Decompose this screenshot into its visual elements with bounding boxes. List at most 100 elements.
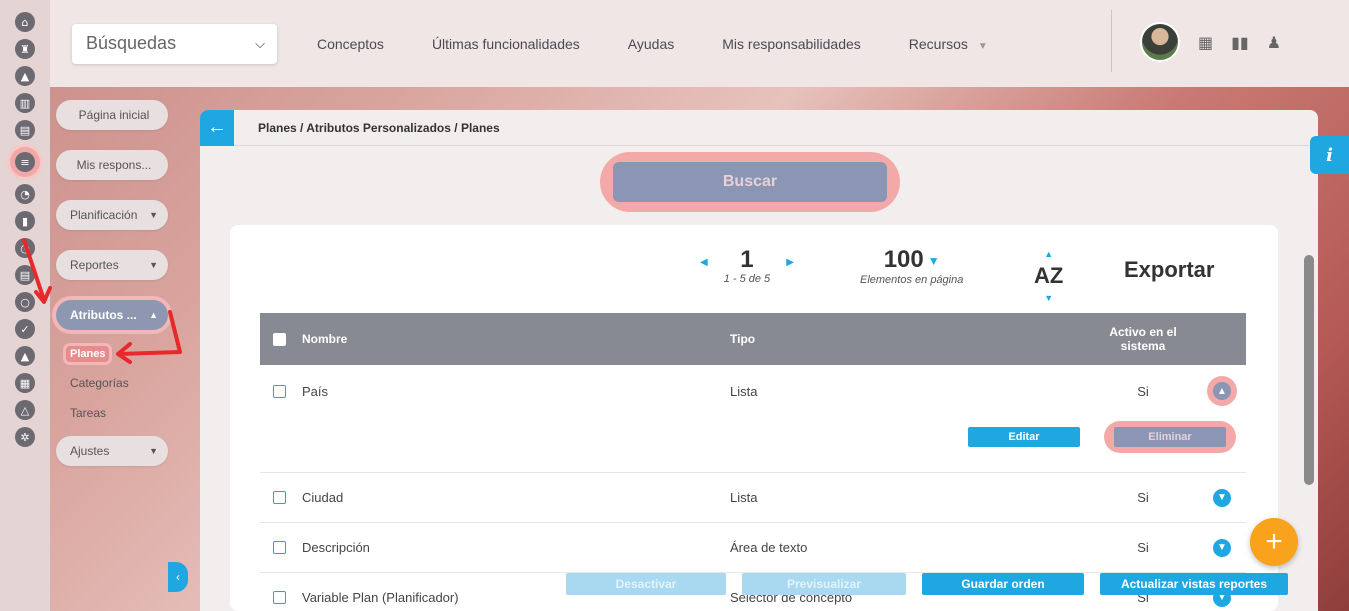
- pie-icon[interactable]: ◔: [15, 184, 35, 204]
- row-type: Área de texto: [730, 540, 808, 555]
- export-button[interactable]: Exportar: [1124, 257, 1214, 283]
- submenu-ajustes-label: Ajustes: [70, 444, 110, 458]
- divider: [1111, 10, 1112, 72]
- chart-icon[interactable]: ▥: [15, 93, 35, 113]
- caret-down-icon: ▼: [977, 40, 988, 52]
- preview-button[interactable]: Previsualizar: [742, 573, 906, 595]
- row-type: Lista: [730, 383, 758, 399]
- submenu-planes[interactable]: Planes: [66, 346, 110, 362]
- bell-icon[interactable]: ♟: [1267, 33, 1281, 52]
- page-range: 1 - 5 de 5: [723, 273, 771, 285]
- caret-down-icon: ▼: [149, 210, 158, 220]
- row-checkbox[interactable]: [273, 591, 286, 604]
- plans-icon[interactable]: ≡: [10, 147, 40, 177]
- scrollbar-thumb[interactable]: [1304, 255, 1314, 485]
- avatar[interactable]: [1140, 22, 1180, 62]
- search-select[interactable]: Búsquedas ⌵: [72, 23, 277, 64]
- submenu-pagina-inicial[interactable]: Página inicial: [56, 100, 168, 130]
- submenu-mis-respons[interactable]: Mis respons...: [56, 150, 168, 180]
- collapse-menu-button[interactable]: ‹: [168, 562, 188, 592]
- page-number: 1: [740, 246, 754, 273]
- buscar-highlight: Buscar: [600, 152, 900, 212]
- submenu-categorias[interactable]: Categorías: [56, 376, 168, 390]
- caret-down-icon: ▼: [149, 446, 158, 456]
- tower-icon[interactable]: ♜: [15, 39, 35, 59]
- table-header: Nombre Tipo Activo en el sistema: [260, 313, 1246, 365]
- buscar-button[interactable]: Buscar: [613, 162, 887, 202]
- scrollbar[interactable]: [1304, 160, 1314, 605]
- delete-highlight: Eliminar: [1104, 421, 1236, 453]
- settings-icon[interactable]: ✲: [15, 427, 35, 447]
- top-nav: Conceptos Últimas funcionalidades Ayudas…: [317, 36, 988, 52]
- submenu-pagina-inicial-label: Página inicial: [78, 108, 150, 122]
- nav-conceptos[interactable]: Conceptos: [317, 36, 384, 52]
- collapse-row-icon[interactable]: ▲: [1213, 382, 1231, 400]
- submenu-mis-respons-label: Mis respons...: [76, 158, 152, 172]
- nav-recursos[interactable]: Recursos ▼: [909, 36, 988, 52]
- books-icon[interactable]: ▮▮: [1231, 33, 1249, 52]
- row-actions: Editar Eliminar: [260, 421, 1246, 453]
- caret-down-icon: ▼: [927, 253, 940, 268]
- nav-recursos-label: Recursos: [908, 35, 968, 52]
- network-icon[interactable]: △: [15, 400, 35, 420]
- expand-row-icon[interactable]: ▼: [1213, 488, 1231, 507]
- bottom-action-bar: Desactivar Previsualizar Guardar orden A…: [566, 573, 1288, 595]
- chevron-down-icon: ⌵: [255, 35, 265, 51]
- edit-button[interactable]: Editar: [968, 427, 1080, 447]
- home-icon[interactable]: ⌂: [15, 12, 35, 32]
- update-reports-button[interactable]: Actualizar vistas reportes: [1100, 573, 1288, 595]
- calendar-icon[interactable]: ▦: [1198, 33, 1213, 52]
- books-icon[interactable]: ▮: [15, 211, 35, 231]
- submenu-planificacion-label: Planificación: [70, 208, 138, 222]
- expand-row-icon[interactable]: ▼: [1213, 538, 1231, 557]
- arrow-left-icon: ←: [207, 116, 227, 138]
- sort-label: AZ: [1034, 263, 1064, 288]
- submenu-ajustes[interactable]: Ajustes ▼: [56, 436, 168, 466]
- delete-button[interactable]: Eliminar: [1114, 427, 1226, 447]
- row-name: Descripción: [302, 540, 370, 555]
- cycle-icon[interactable]: ○: [15, 292, 35, 312]
- row-active: Si: [1137, 540, 1149, 555]
- deactivate-button[interactable]: Desactivar: [566, 573, 726, 595]
- table-row: País Lista Si ▲ Editar Eliminar: [260, 365, 1246, 473]
- save-order-button[interactable]: Guardar orden: [922, 573, 1084, 595]
- row-checkbox[interactable]: [273, 541, 286, 554]
- table-row: Ciudad Lista Si ▼: [260, 473, 1246, 523]
- nav-mis-responsabilidades[interactable]: Mis responsabilidades: [722, 36, 861, 52]
- sort-up-icon: ▲: [1044, 249, 1054, 259]
- info-button[interactable]: i: [1310, 136, 1349, 174]
- check-icon[interactable]: ✓: [15, 319, 35, 339]
- row-active: Si: [1137, 490, 1149, 505]
- header-active: Activo en el sistema: [1109, 325, 1177, 353]
- per-page-value: 100: [883, 246, 924, 273]
- triangle-icon[interactable]: ▲: [15, 66, 35, 86]
- row-active: Si: [1137, 383, 1149, 399]
- row-checkbox[interactable]: [273, 384, 286, 398]
- breadcrumb: Planes / Atributos Personalizados / Plan…: [258, 120, 500, 135]
- document-icon[interactable]: ▤: [15, 265, 35, 285]
- sort-button[interactable]: ▲ AZ ▼: [1034, 243, 1063, 309]
- submenu-planificacion[interactable]: Planificación ▼: [56, 200, 168, 230]
- back-button[interactable]: ←: [200, 109, 234, 146]
- next-page-icon[interactable]: ▶: [786, 257, 794, 268]
- per-page-select[interactable]: 100 ▼ Elementos en página: [860, 247, 963, 286]
- presentation-icon[interactable]: ▤: [15, 120, 35, 140]
- calendar-icon[interactable]: ▦: [15, 373, 35, 393]
- select-all-checkbox[interactable]: [273, 332, 286, 346]
- nav-ayudas[interactable]: Ayudas: [628, 36, 674, 52]
- submenu-reportes[interactable]: Reportes ▼: [56, 250, 168, 280]
- table-row: Descripción Área de texto Si ▼: [260, 523, 1246, 573]
- per-page-label: Elementos en página: [860, 273, 964, 286]
- row-checkbox[interactable]: [273, 491, 286, 504]
- clock-icon[interactable]: ◷: [15, 238, 35, 258]
- add-button[interactable]: +: [1250, 518, 1298, 566]
- warning-icon[interactable]: ▲: [15, 346, 35, 366]
- header-name: Nombre: [302, 332, 348, 346]
- prev-page-icon[interactable]: ◀: [700, 257, 708, 268]
- top-right-tools: ▦ ▮▮ ♟: [1140, 22, 1281, 62]
- caret-down-icon: ▼: [149, 260, 158, 270]
- row-name: Ciudad: [302, 490, 344, 505]
- submenu-atributos[interactable]: Atributos ... ▲: [56, 300, 168, 330]
- submenu-tareas[interactable]: Tareas: [56, 406, 168, 420]
- nav-ultimas-funcionalidades[interactable]: Últimas funcionalidades: [432, 36, 580, 52]
